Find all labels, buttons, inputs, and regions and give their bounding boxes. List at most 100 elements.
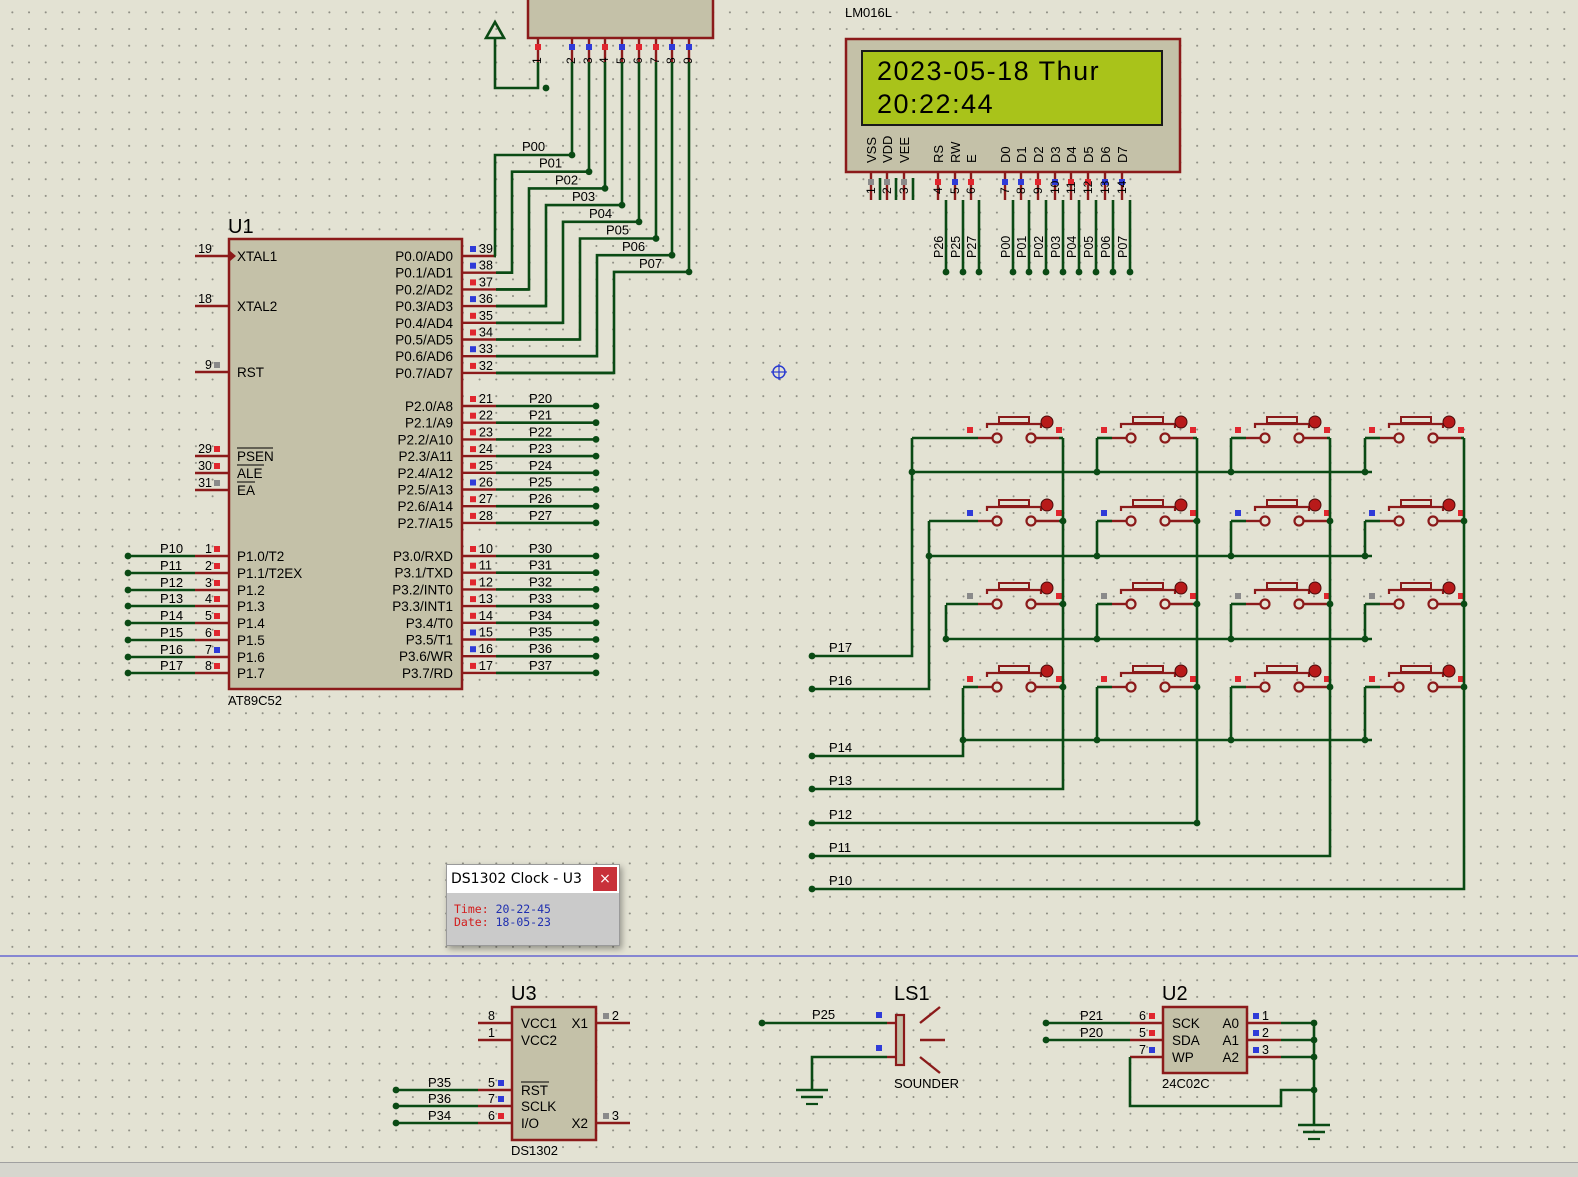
keypad-button[interactable]: [1235, 581, 1330, 610]
keypad-button[interactable]: [1101, 664, 1196, 693]
keypad-button[interactable]: [1235, 664, 1330, 693]
junction-dot: [585, 168, 593, 176]
junction-dot: [124, 653, 132, 661]
junction-dot: [592, 519, 600, 527]
lcd-pin-name: D7: [1115, 146, 1130, 163]
net-label: P04: [1065, 236, 1079, 258]
u1-pin-number: 2: [205, 559, 212, 573]
pin-marker: [470, 612, 476, 619]
key-part: [1101, 593, 1107, 599]
keypad-button[interactable]: [1101, 498, 1196, 527]
sound-wave: [919, 1006, 941, 1024]
keypad-button[interactable]: [1235, 415, 1330, 444]
junction-dot: [592, 586, 600, 593]
pin-marker: [619, 44, 625, 50]
top-header-connector[interactable]: [526, 0, 715, 40]
pin-marker: [498, 1113, 504, 1119]
net-label: P01: [539, 156, 562, 171]
net-label: P13: [160, 591, 183, 606]
junction-dot: [542, 84, 550, 92]
net-label: P25: [812, 1007, 835, 1022]
junction-dot: [1093, 468, 1101, 476]
lcd-pin-number: 4: [931, 187, 945, 194]
lcd-pin-number: 8: [1014, 187, 1028, 194]
power-arrow-icon: [483, 19, 507, 40]
lcd-pin-name: VDD: [880, 136, 895, 163]
keypad-button[interactable]: [1235, 498, 1330, 527]
u1-pin-name: ALE: [237, 466, 263, 481]
u1-pin-number: 21: [479, 392, 493, 406]
junction-dot: [1059, 600, 1067, 608]
pin-marker: [498, 1080, 504, 1086]
keypad-button[interactable]: [1369, 581, 1464, 610]
key-part: [1159, 432, 1171, 444]
junction-dot: [1059, 683, 1067, 691]
ds1302-clock-popup[interactable]: DS1302 Clock - U3 × Time: 20-22-45 Date:…: [446, 864, 620, 946]
pin-marker: [470, 296, 476, 303]
net-label: P26: [932, 236, 946, 258]
junction-dot: [758, 1019, 766, 1027]
u1-pin-name: P3.6/WR: [399, 649, 453, 664]
popup-title-bar[interactable]: DS1302 Clock - U3 ×: [447, 865, 619, 893]
key-part: [967, 676, 973, 682]
keypad-button[interactable]: [967, 415, 1062, 444]
u2-pin-name: A0: [1222, 1016, 1239, 1031]
popup-body: Time: 20-22-45 Date: 18-05-23: [447, 893, 619, 929]
schematic-canvas[interactable]: 1 2 3 4 5 6 7 8 9U1AT89C5219 XTAL118 XTAL29 RST29 PS…: [0, 0, 1578, 1176]
u1-pin-name: XTAL2: [237, 299, 277, 314]
u1-pin-number: 39: [479, 242, 493, 256]
sounder-icon[interactable]: [894, 1013, 906, 1067]
close-icon[interactable]: ×: [593, 867, 617, 891]
net-label: P21: [529, 408, 552, 423]
junction-dot: [1042, 1036, 1050, 1044]
net-label: P14: [829, 740, 852, 755]
pin-marker: [214, 446, 220, 452]
pin-marker: [214, 463, 220, 469]
key-part: [1056, 593, 1062, 599]
junction-dot: [1227, 736, 1235, 744]
junction-dot: [1075, 268, 1083, 276]
keypad-button[interactable]: [1369, 415, 1464, 444]
pin-marker: [1253, 1030, 1259, 1036]
key-part: [1174, 415, 1188, 429]
u1-pin-name: P0.4/AD4: [395, 316, 453, 331]
keypad-button[interactable]: [1101, 415, 1196, 444]
keypad-button[interactable]: [1369, 498, 1464, 527]
junction-dot: [1093, 635, 1101, 643]
pin-marker: [470, 662, 476, 669]
keypad-button[interactable]: [967, 498, 1062, 527]
key-part: [1253, 588, 1311, 594]
net-label: P11: [829, 840, 851, 855]
time-value: 20-22-45: [495, 902, 551, 916]
junction-dot: [1193, 600, 1201, 608]
u1-pin-number: 27: [479, 492, 493, 506]
junction-dot: [592, 402, 600, 410]
u3-pin-number: 6: [488, 1109, 495, 1123]
keypad-button[interactable]: [967, 664, 1062, 693]
junction-dot: [1042, 1019, 1050, 1027]
keypad-button[interactable]: [1101, 581, 1196, 610]
pin-marker: [901, 179, 907, 185]
u2-pin-number: 6: [1139, 1009, 1146, 1023]
u2-pin-number: 7: [1139, 1043, 1146, 1057]
keypad-button[interactable]: [967, 581, 1062, 610]
key-part: [1393, 681, 1405, 693]
key-part: [1101, 676, 1107, 682]
junction-dot: [392, 1102, 400, 1110]
junction-dot: [808, 752, 816, 760]
net-label: P12: [829, 807, 852, 822]
u3-pin-number: 3: [612, 1109, 619, 1123]
lcd-pin-name: RW: [948, 141, 963, 163]
net-label: P06: [1099, 236, 1113, 258]
u3-pin-name: X1: [571, 1016, 588, 1031]
u1-pin-number: 33: [479, 342, 493, 356]
key-part: [1266, 582, 1298, 590]
pin-marker: [214, 613, 220, 619]
lcd-line-1: 2023-05-18 Thur: [877, 56, 1100, 86]
u1-pin-name: P1.5: [237, 633, 265, 648]
pin-marker: [214, 580, 220, 586]
net-label: P01: [1015, 236, 1029, 258]
key-part: [985, 422, 1043, 428]
net-label: P13: [829, 773, 852, 788]
keypad-button[interactable]: [1369, 664, 1464, 693]
